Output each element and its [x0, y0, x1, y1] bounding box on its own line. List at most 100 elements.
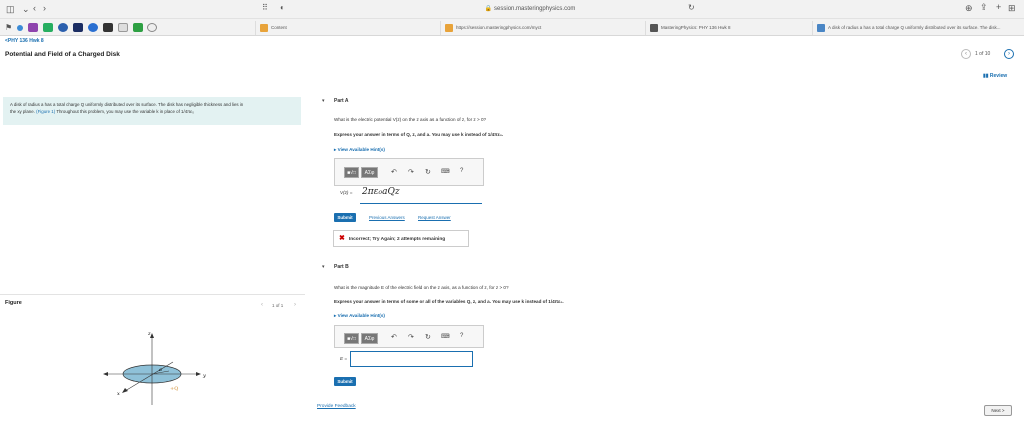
provide-feedback-link[interactable]: Provide Feedback	[317, 404, 356, 409]
bookmark-icon[interactable]: ⚑	[5, 24, 12, 32]
browser-chrome: ◫ ⌄ ‹ › ⠿ ◐ 🔒 session.masteringphysics.co…	[0, 0, 1024, 36]
page-counter: 1 of 10	[975, 51, 991, 57]
part-b-answer-prefix: E =	[340, 356, 348, 361]
redo-icon[interactable]: ↷	[408, 168, 414, 176]
tab-favicon-icon	[650, 23, 658, 32]
tab-overview-icon[interactable]: ⊞	[1008, 4, 1016, 13]
math-toolbar: ■√□ ΑΣφ ↶ ↷ ↻ ⌨ ?	[334, 325, 484, 348]
tab-google[interactable]: A disk of radius a has a total charge Q …	[812, 21, 1020, 35]
tab-content[interactable]: Content	[255, 21, 430, 35]
forward-icon[interactable]: ›	[43, 4, 46, 13]
back-icon[interactable]: ‹	[33, 4, 36, 13]
math-toolbar: ■√□ ΑΣφ ↶ ↷ ↻ ⌨ ?	[334, 158, 484, 186]
x-arrowhead	[122, 388, 128, 393]
problem-text-line1: A disk of radius a has a total charge Q …	[10, 102, 244, 107]
charge-label: +Q	[170, 386, 178, 392]
tab-favicon-icon	[445, 23, 453, 32]
next-button[interactable]: Next >	[984, 405, 1012, 416]
symbols-button[interactable]: ΑΣφ	[361, 333, 378, 344]
template-button[interactable]: ■√□	[344, 333, 359, 344]
extension-icon[interactable]	[118, 23, 128, 32]
tab-bar: ⚑ Content https://session.masteringphysi…	[0, 18, 1024, 36]
lock-icon: 🔒	[484, 6, 493, 12]
help-icon[interactable]: ?	[460, 168, 463, 174]
collapse-icon[interactable]: ▾	[322, 264, 325, 270]
extension-icon[interactable]	[103, 23, 113, 32]
extension-icon[interactable]	[147, 23, 157, 32]
part-a-question: What is the electric potential V(z) on t…	[334, 117, 487, 122]
fraction: 1/4πε₀	[181, 108, 194, 114]
reset-icon[interactable]: ↻	[425, 168, 431, 176]
part-a-answer-prefix: V(z) =	[340, 190, 353, 195]
undo-icon[interactable]: ↶	[391, 168, 397, 176]
part-a-answer[interactable]: 2πε₀aQz	[362, 187, 400, 197]
reset-icon[interactable]: ↻	[425, 333, 431, 341]
keyboard-icon[interactable]: ⌨	[441, 168, 450, 175]
browser-toolbar: ◫ ⌄ ‹ › ⠿ ◐ 🔒 session.masteringphysics.co…	[0, 0, 1024, 18]
x-icon: ✖	[339, 235, 345, 242]
y-arrowhead	[196, 372, 201, 376]
next-page-button[interactable]: ›	[1004, 49, 1014, 59]
figure-pager: 1 of 1	[272, 303, 284, 308]
part-a-instruction: Express your answer in terms of Q, z, an…	[334, 132, 504, 137]
radius-label: a	[159, 367, 162, 373]
part-b-answer-input[interactable]	[350, 351, 473, 367]
download-icon[interactable]: ⊕	[965, 4, 973, 13]
part-b-hints-link[interactable]: ▸ View Available Hint(s)	[334, 313, 385, 319]
chevron-down-icon[interactable]: ⌄	[22, 5, 30, 14]
part-a-label[interactable]: Part A	[334, 98, 349, 104]
tab-session[interactable]: https://session.masteringphysics.com/myc…	[440, 21, 640, 35]
extension-icon[interactable]	[73, 23, 83, 32]
undo-icon[interactable]: ↶	[391, 333, 397, 341]
sidebar-icon[interactable]: ◫	[6, 5, 15, 14]
part-b-question: What is the magnitude E of the electric …	[334, 285, 509, 290]
problem-statement: A disk of radius a has a total charge Q …	[3, 97, 301, 125]
figure-next-icon[interactable]: ›	[294, 302, 296, 308]
part-a-hints-link[interactable]: ▸ View Available Hint(s)	[334, 147, 385, 153]
triangle-right-icon: ▸	[334, 147, 337, 152]
collapse-icon[interactable]: ▾	[322, 98, 325, 104]
tab-favicon-icon	[817, 23, 825, 32]
redo-icon[interactable]: ↷	[408, 333, 414, 341]
share-icon[interactable]: ⇪	[980, 3, 988, 12]
apps-grid-icon[interactable]: ⠿	[262, 4, 268, 12]
charged-disk-figure: z y x a +Q	[103, 331, 206, 405]
address-bar[interactable]: 🔒 session.masteringphysics.com	[400, 3, 660, 15]
answer-underline	[360, 203, 482, 204]
tab-mastering[interactable]: MasteringPhysics: PHY 136 Hwk 8	[645, 21, 810, 35]
symbols-button[interactable]: ΑΣφ	[361, 167, 378, 178]
part-b-label[interactable]: Part B	[334, 264, 349, 270]
extension-icon[interactable]	[43, 23, 53, 32]
request-answer-link[interactable]: Request Answer	[418, 215, 451, 220]
breadcrumb[interactable]: <PHY 136 Hwk 8	[5, 38, 44, 44]
extension-icon[interactable]	[133, 23, 143, 32]
template-button[interactable]: ■√□	[344, 167, 359, 178]
review-icon: ▮▮	[983, 73, 989, 79]
tab-favicon-icon	[260, 23, 268, 32]
review-link[interactable]: ▮▮ Review	[983, 73, 1007, 79]
part-b-submit-button[interactable]: Submit	[334, 377, 356, 386]
extension-icon[interactable]	[28, 23, 38, 32]
figure-link[interactable]: (Figure 1)	[36, 109, 55, 114]
z-label: z	[147, 331, 151, 337]
previous-answers-link[interactable]: Previous Answers	[369, 215, 405, 220]
extension-icon[interactable]	[17, 25, 23, 31]
problem-text-line2: the xy plane. (Figure 1) Throughout this…	[10, 108, 194, 114]
figure-prev-icon[interactable]: ‹	[261, 302, 263, 308]
part-a-submit-button[interactable]: Submit	[334, 213, 356, 222]
prev-page-button[interactable]: ‹	[961, 49, 971, 59]
shield-icon[interactable]: ◐	[280, 4, 285, 12]
x-label: x	[117, 391, 120, 397]
divider	[0, 294, 305, 295]
extension-icon[interactable]	[88, 23, 98, 32]
help-icon[interactable]: ?	[460, 333, 463, 339]
y-label: y	[202, 373, 206, 379]
extension-icon[interactable]	[58, 23, 68, 32]
keyboard-icon[interactable]: ⌨	[441, 333, 450, 340]
figure-title: Figure	[5, 300, 22, 306]
page-title: Potential and Field of a Charged Disk	[5, 51, 120, 58]
url-text: session.masteringphysics.com	[494, 6, 576, 12]
reload-icon[interactable]: ↻	[688, 4, 695, 12]
new-tab-icon[interactable]: +	[996, 3, 1001, 12]
feedback-incorrect: ✖ Incorrect; Try Again; 2 attempts remain…	[333, 230, 469, 247]
